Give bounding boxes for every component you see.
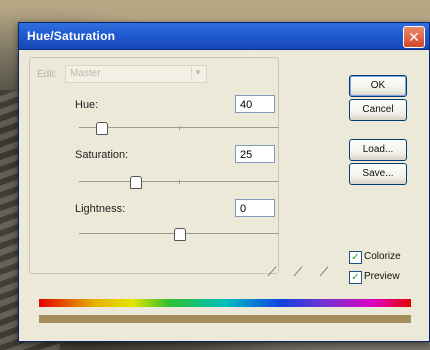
- cancel-button[interactable]: Cancel: [349, 99, 407, 121]
- chevron-down-icon: ▼: [191, 67, 204, 79]
- close-icon: ✕: [408, 29, 420, 45]
- edit-dropdown[interactable]: Master ▼: [65, 65, 207, 83]
- eyedropper-plus-icon[interactable]: ⟋: [291, 265, 305, 279]
- eyedropper-icon[interactable]: ⟋: [265, 265, 279, 279]
- saturation-slider-thumb[interactable]: [130, 176, 142, 189]
- hue-slider-thumb[interactable]: [96, 122, 108, 135]
- lightness-input[interactable]: 0: [235, 199, 275, 217]
- hue-slider[interactable]: [79, 122, 279, 135]
- output-colorized-bar: [39, 315, 411, 323]
- title-bar[interactable]: Hue/Saturation ✕: [19, 23, 429, 50]
- edit-label: Edit:: [37, 69, 58, 80]
- hue-slider-center-tick: [179, 126, 180, 130]
- lightness-slider-thumb[interactable]: [174, 228, 186, 241]
- load-button[interactable]: Load...: [349, 139, 407, 161]
- colorize-check-icon: ✓: [349, 251, 362, 264]
- colorize-label: Colorize: [364, 251, 401, 262]
- ok-button[interactable]: OK: [349, 75, 407, 97]
- saturation-input[interactable]: 25: [235, 145, 275, 163]
- saturation-slider[interactable]: [79, 176, 279, 189]
- close-button[interactable]: ✕: [403, 26, 425, 48]
- saturation-label: Saturation:: [75, 149, 129, 161]
- lightness-slider[interactable]: [79, 228, 279, 241]
- eyedropper-minus-icon[interactable]: ⟋: [317, 265, 331, 279]
- hue-saturation-dialog: Hue/Saturation ✕ Edit: Master ▼ Hue: 40 …: [18, 22, 430, 342]
- dialog-title: Hue/Saturation: [27, 29, 116, 43]
- input-hue-spectrum-bar: [39, 299, 411, 307]
- adjustment-group: [29, 57, 279, 274]
- save-button[interactable]: Save...: [349, 163, 407, 185]
- lightness-label: Lightness:: [75, 203, 126, 215]
- hue-label: Hue:: [75, 99, 99, 111]
- hue-input[interactable]: 40: [235, 95, 275, 113]
- edit-dropdown-value: Master: [70, 68, 101, 79]
- saturation-slider-center-tick: [179, 180, 180, 184]
- preview-check-icon: ✓: [349, 271, 362, 284]
- preview-label: Preview: [364, 271, 400, 282]
